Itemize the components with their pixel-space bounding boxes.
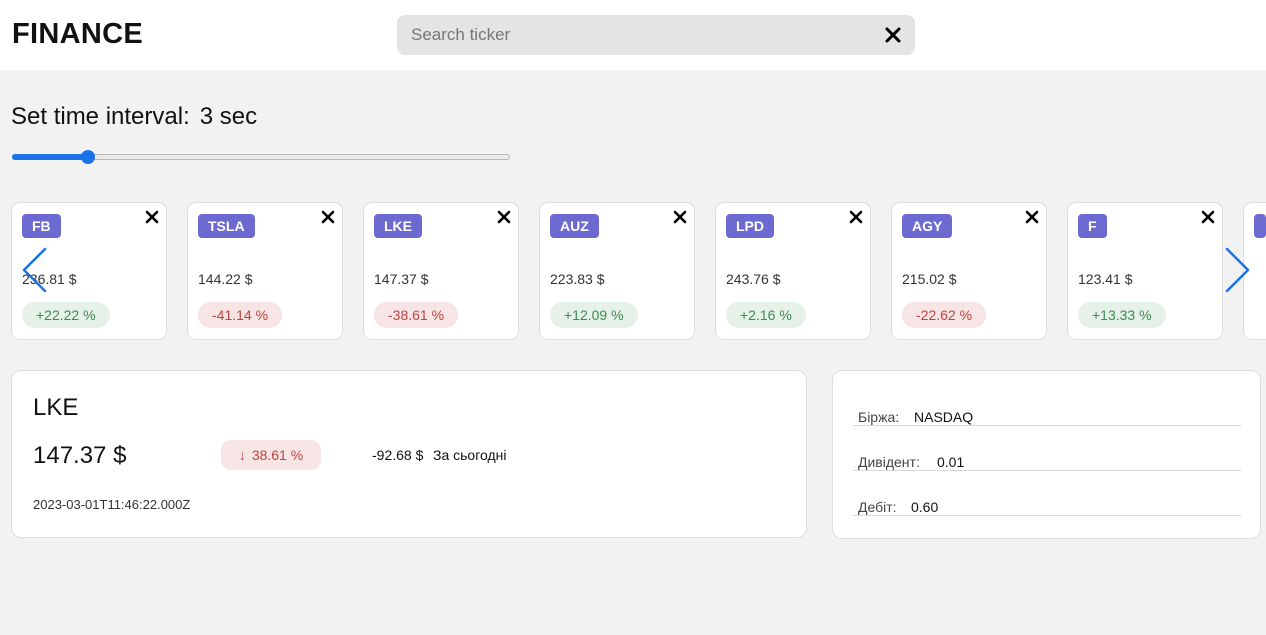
interval-heading: Set time interval: 3 sec (11, 103, 257, 131)
info-value: 0.60 (911, 499, 939, 515)
ticker-detail-panel: LKE 147.37 $ ↓ 38.61 % -92.68 $ За сьогод… (11, 370, 807, 538)
detail-change-badge: ↓ 38.61 % (221, 440, 321, 470)
ticker-card[interactable]: LPD 243.76 $ +2.16 % (715, 202, 871, 340)
close-icon[interactable] (321, 210, 335, 224)
ticker-info-panel: Біржа: NASDAQ Дивідент: 0.01 Дебіт: 0.60 (832, 370, 1261, 539)
close-icon[interactable] (1025, 210, 1039, 224)
detail-period: За сьогодні (433, 447, 507, 463)
detail-price: 147.37 $ (33, 442, 127, 469)
ticker-price: 144.22 $ (198, 271, 253, 287)
detail-timestamp: 2023-03-01T11:46:22.000Z (33, 497, 191, 512)
ticker-card[interactable]: LKE 147.37 $ -38.61 % (363, 202, 519, 340)
info-value: 0.01 (937, 454, 965, 470)
ticker-change: +12.09 % (550, 302, 638, 328)
header-bar: FINANCE (0, 0, 1266, 70)
ticker-tag: LPD (726, 214, 774, 238)
ticker-price: 147.37 $ (374, 271, 429, 287)
ticker-tag: F (1078, 214, 1107, 238)
slider-thumb[interactable] (81, 150, 95, 164)
close-icon[interactable] (673, 210, 687, 224)
ticker-price: 123.41 $ (1078, 271, 1133, 287)
interval-label: Set time interval: (11, 103, 190, 130)
ticker-change: +13.33 % (1078, 302, 1166, 328)
chevron-right-icon[interactable] (1224, 246, 1252, 294)
ticker-card[interactable]: AGY 215.02 $ -22.62 % (891, 202, 1047, 340)
ticker-tag: FB (22, 214, 61, 238)
info-row-debit: Дебіт: 0.60 (853, 471, 1241, 516)
ticker-change: -38.61 % (374, 302, 459, 328)
close-icon[interactable] (497, 210, 511, 224)
arrow-down-icon: ↓ (238, 447, 246, 463)
search-box (397, 15, 915, 55)
info-label: Дебіт: (858, 499, 897, 515)
ticker-change: -41.14 % (198, 302, 283, 328)
ticker-tag: LKE (374, 214, 422, 238)
detail-delta: -92.68 $ (372, 447, 424, 463)
ticker-price: 215.02 $ (902, 271, 957, 287)
close-icon[interactable] (883, 25, 903, 45)
close-icon[interactable] (849, 210, 863, 224)
detail-ticker: LKE (33, 394, 79, 421)
ticker-carousel: FB 236.81 $ +22.22 % TSLA 144.22 $ -41.1… (0, 202, 1266, 340)
info-row-dividend: Дивідент: 0.01 (853, 426, 1241, 471)
ticker-card[interactable]: F 123.41 $ +13.33 % (1067, 202, 1223, 340)
close-icon[interactable] (145, 210, 159, 224)
chevron-left-icon[interactable] (20, 246, 48, 294)
ticker-tag (1254, 214, 1266, 238)
ticker-card[interactable]: TSLA 144.22 $ -41.14 % (187, 202, 343, 340)
close-icon[interactable] (1201, 210, 1215, 224)
ticker-change: +22.22 % (22, 302, 110, 328)
ticker-card[interactable]: AUZ 223.83 $ +12.09 % (539, 202, 695, 340)
interval-slider[interactable] (12, 150, 510, 164)
ticker-tag: AGY (902, 214, 953, 238)
ticker-change: -22.62 % (902, 302, 987, 328)
ticker-tag: TSLA (198, 214, 255, 238)
info-label: Дивідент: (858, 454, 920, 470)
ticker-price: 223.83 $ (550, 271, 605, 287)
info-row-exchange: Біржа: NASDAQ (853, 381, 1241, 426)
ticker-price: 243.76 $ (726, 271, 781, 287)
detail-change: 38.61 % (251, 447, 304, 463)
ticker-tag: AUZ (550, 214, 599, 238)
ticker-change: +2.16 % (726, 302, 806, 328)
info-label: Біржа: (858, 409, 900, 425)
slider-fill (12, 154, 89, 160)
app-logo: FINANCE (12, 18, 143, 50)
info-value: NASDAQ (914, 409, 974, 425)
search-input[interactable] (397, 15, 867, 55)
interval-value: 3 sec (199, 103, 258, 130)
